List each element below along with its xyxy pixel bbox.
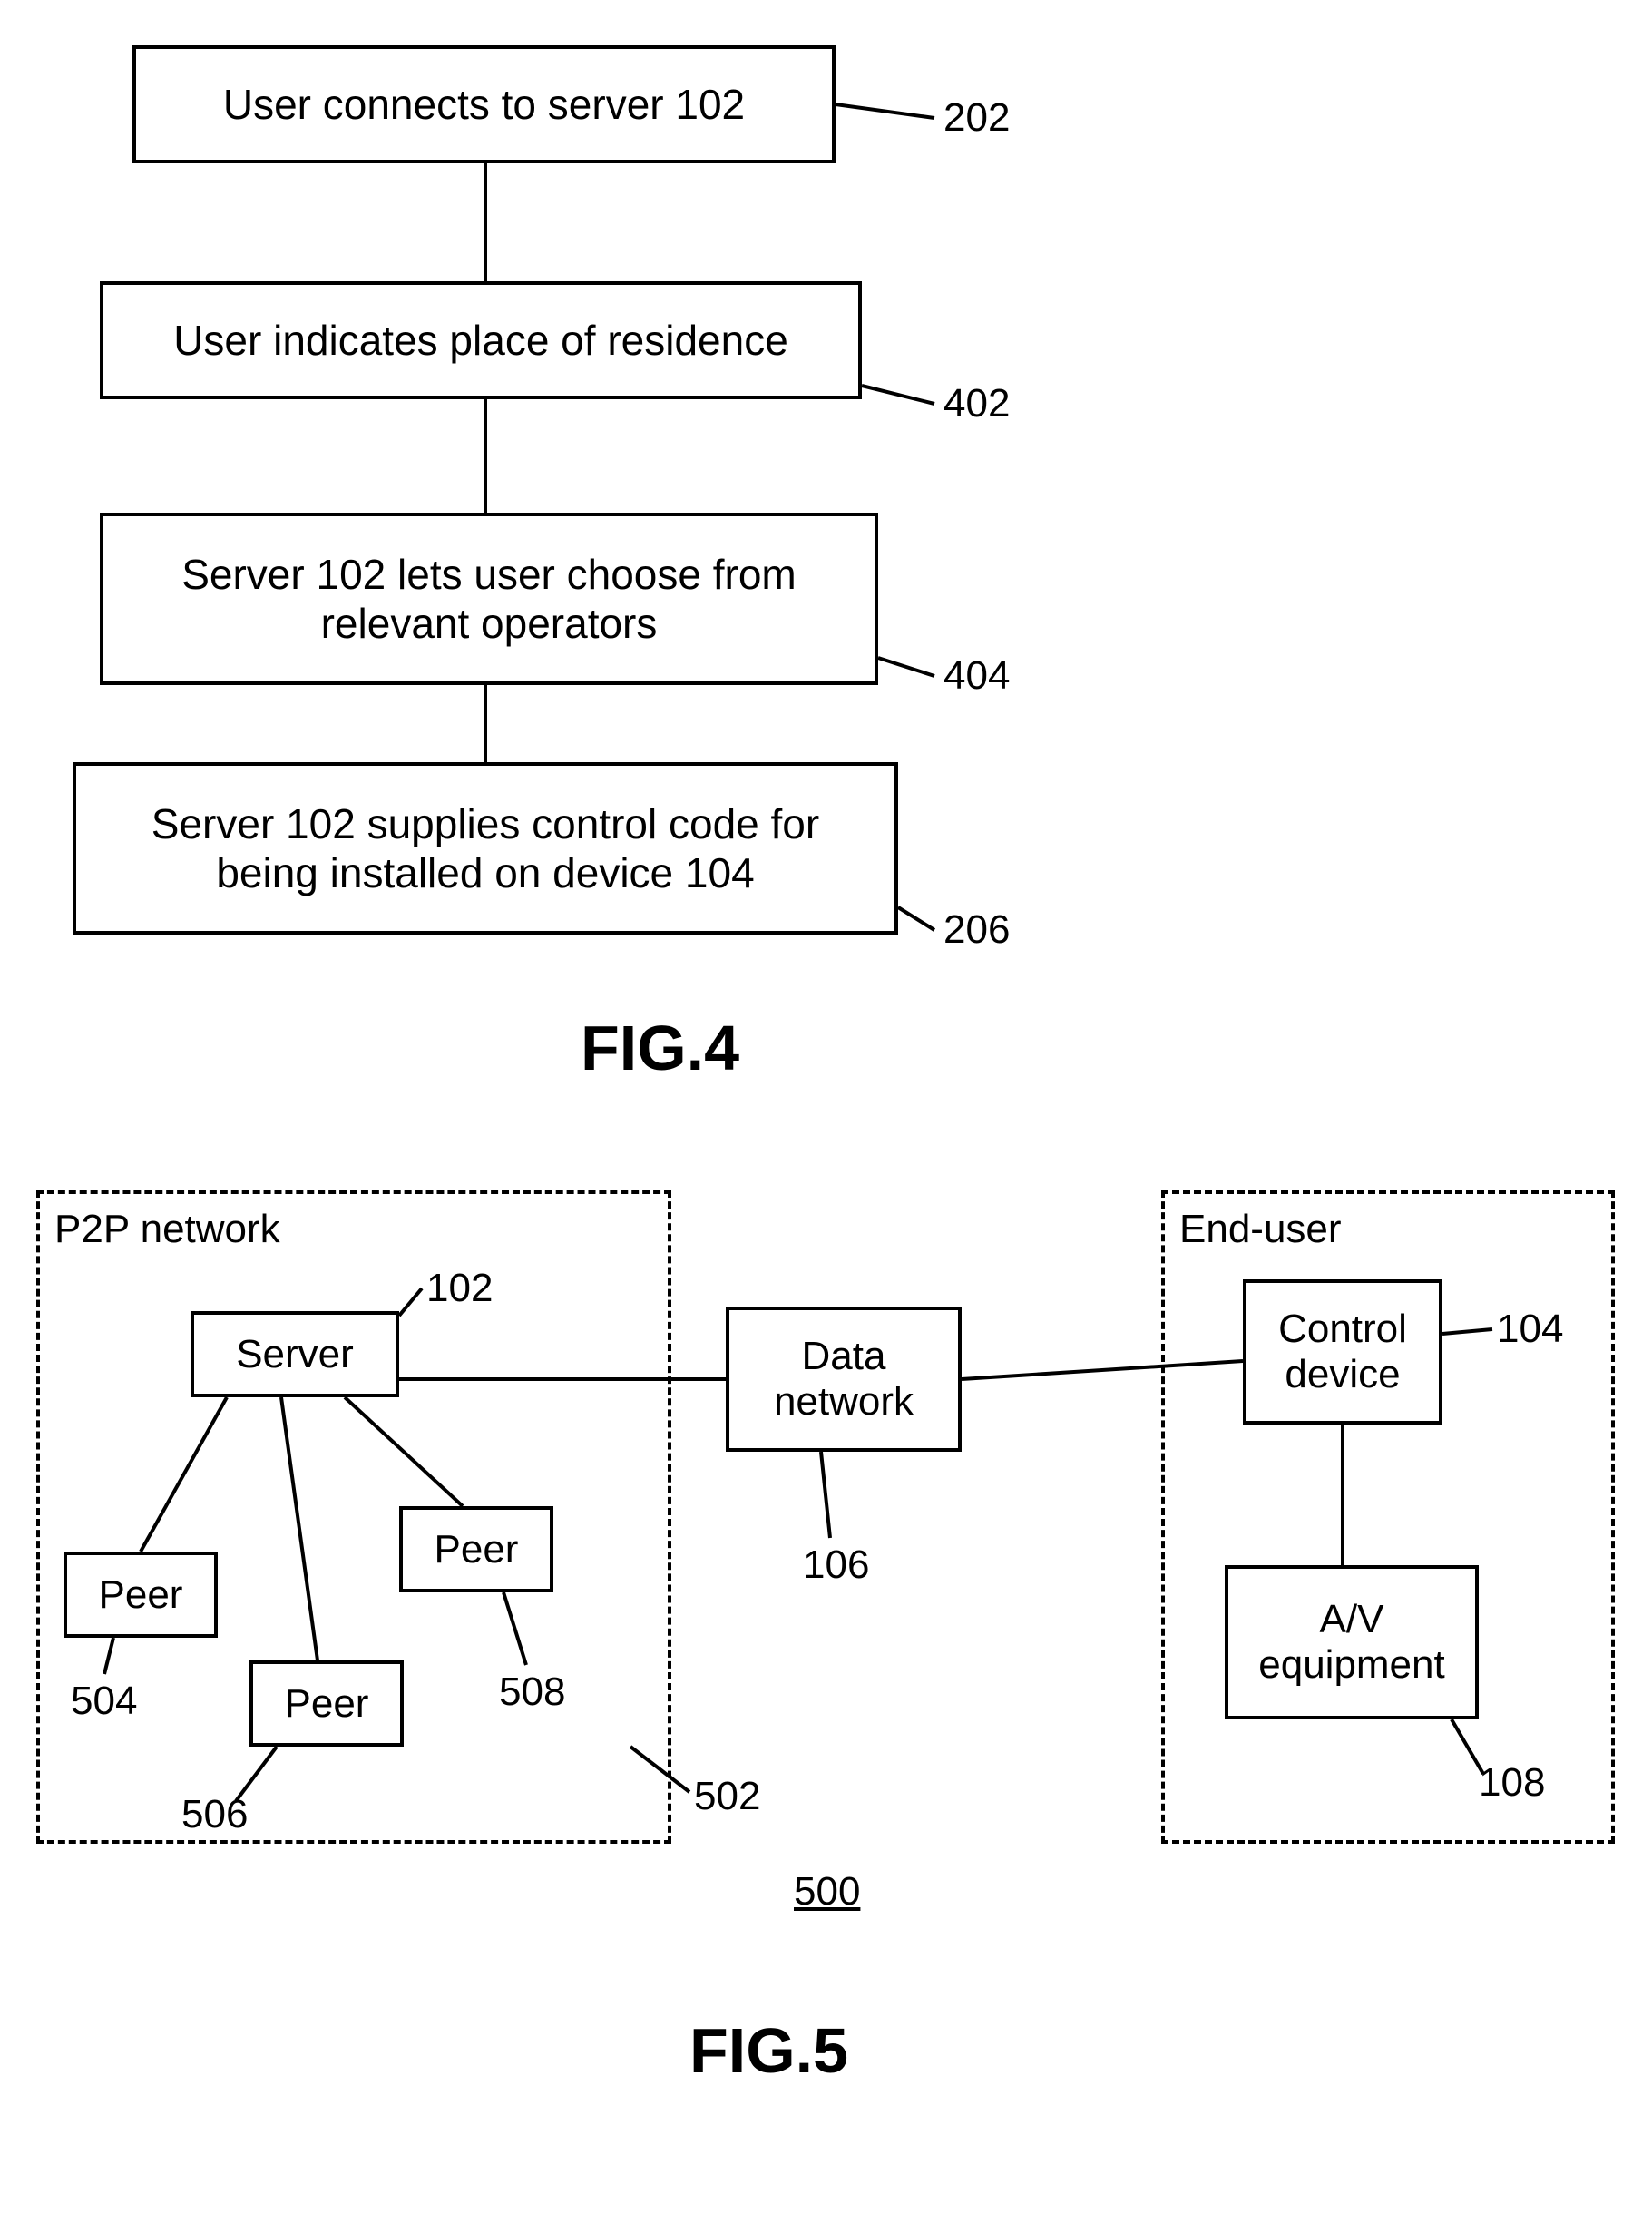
flow-step-1-text: User connects to server 102 xyxy=(223,80,745,129)
flow-step-1: User connects to server 102 xyxy=(132,45,836,163)
p2p-network-title: P2P network xyxy=(54,1207,280,1252)
fig5-caption: FIG.5 xyxy=(689,2014,848,2087)
end-user-title: End-user xyxy=(1179,1207,1342,1252)
flow-step-4-text: Server 102 supplies control code for bei… xyxy=(103,799,867,897)
data-network-box: Data network xyxy=(726,1307,962,1452)
control-device-box: Control device xyxy=(1243,1279,1442,1425)
peer-508-text: Peer xyxy=(435,1527,519,1572)
data-network-text: Data network xyxy=(738,1334,949,1425)
flow-step-4: Server 102 supplies control code for bei… xyxy=(73,762,898,935)
flow-step-3: Server 102 lets user choose from relevan… xyxy=(100,513,878,685)
control-device-text: Control device xyxy=(1256,1307,1430,1397)
av-equipment-text: A/V equipment xyxy=(1237,1597,1466,1688)
flow-step-2: User indicates place of residence xyxy=(100,281,862,399)
peer-504-text: Peer xyxy=(99,1572,183,1618)
ref-106: 106 xyxy=(803,1542,869,1588)
ref-504: 504 xyxy=(71,1679,137,1724)
server-text: Server xyxy=(236,1332,354,1377)
ref-506: 506 xyxy=(181,1792,248,1837)
flow-step-2-text: User indicates place of residence xyxy=(173,316,788,365)
ref-102: 102 xyxy=(426,1266,493,1311)
fig4-caption: FIG.4 xyxy=(581,1012,739,1084)
ref-508: 508 xyxy=(499,1670,565,1715)
ref-202: 202 xyxy=(943,95,1010,141)
ref-402: 402 xyxy=(943,381,1010,426)
av-equipment-box: A/V equipment xyxy=(1225,1565,1479,1719)
ref-404: 404 xyxy=(943,653,1010,699)
ref-108: 108 xyxy=(1479,1760,1545,1806)
ref-502: 502 xyxy=(694,1774,760,1819)
server-box: Server xyxy=(191,1311,399,1397)
peer-box-508: Peer xyxy=(399,1506,553,1592)
ref-104: 104 xyxy=(1497,1307,1563,1352)
peer-506-text: Peer xyxy=(285,1681,369,1727)
ref-206: 206 xyxy=(943,907,1010,953)
flow-step-3-text: Server 102 lets user choose from relevan… xyxy=(131,550,847,648)
peer-box-504: Peer xyxy=(64,1552,218,1638)
peer-box-506: Peer xyxy=(249,1660,404,1747)
ref-500: 500 xyxy=(794,1869,860,1914)
